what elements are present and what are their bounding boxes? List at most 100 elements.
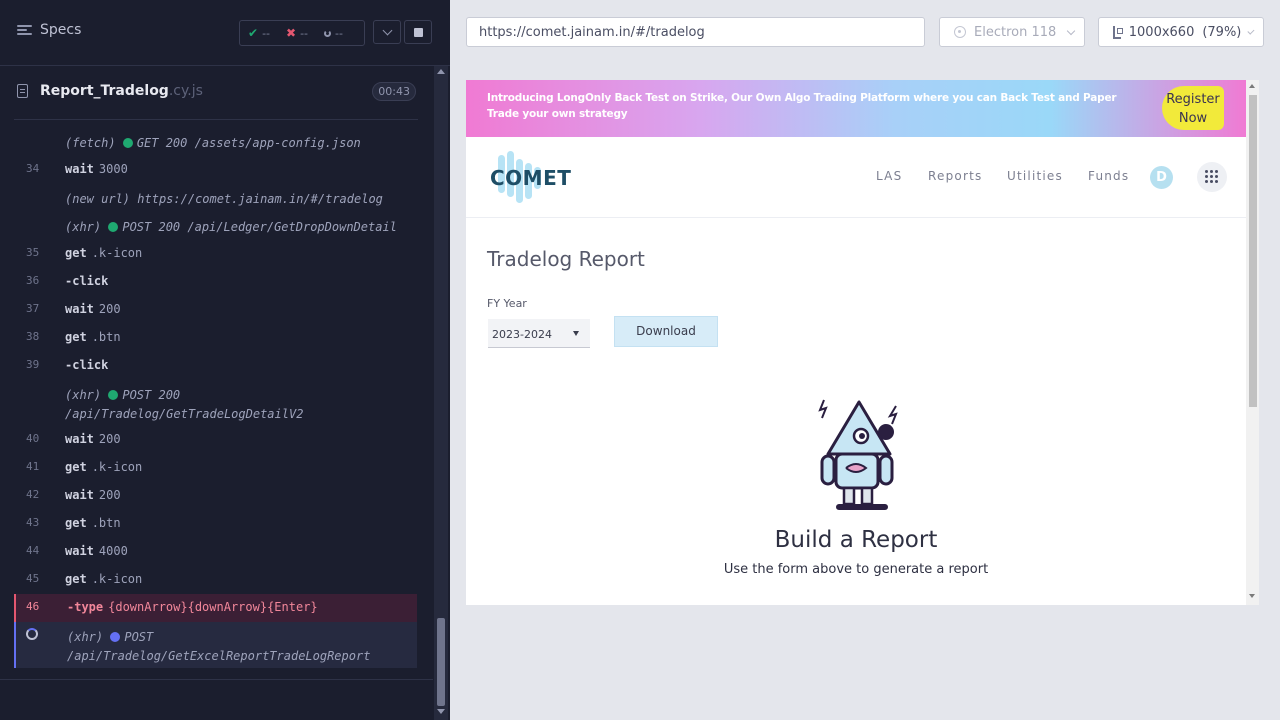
command-arg: .btn <box>91 330 121 344</box>
command-row[interactable]: 44 wait 4000 <box>14 538 417 566</box>
command-row[interactable]: 36 -click <box>14 268 417 296</box>
file-icon <box>17 84 28 98</box>
command-row[interactable]: 37 wait 200 <box>14 296 417 324</box>
command-event: (xhr) POST 200 /api/Ledger/GetDropDownDe… <box>65 220 397 234</box>
apps-grid-icon[interactable] <box>1197 162 1227 192</box>
spec-file-name[interactable]: Report_Tradelog.cy.js <box>40 83 203 99</box>
stop-icon <box>413 27 423 37</box>
command-event: (new url) https://comet.jainam.in/#/trad… <box>65 192 383 206</box>
command-number: 45 <box>26 572 40 585</box>
specs-button[interactable]: Specs <box>17 22 81 38</box>
command-row[interactable]: (xhr) POST 200/api/Tradelog/GetTradeLogD… <box>14 380 417 426</box>
download-button[interactable]: Download <box>614 316 718 347</box>
specs-list-icon <box>17 24 32 36</box>
app-frame: Introducing LongOnly Back Test on Strike… <box>466 80 1259 605</box>
dropdown-arrow-icon[interactable] <box>573 331 579 336</box>
browser-selector[interactable]: Electron 118 <box>939 17 1085 47</box>
command-row[interactable]: (fetch) GET 200 /assets/app-config.json <box>14 128 417 156</box>
command-number: 38 <box>26 330 40 343</box>
x-icon: ✖ <box>286 26 297 40</box>
options-dropdown-button[interactable] <box>373 20 401 44</box>
specs-title: Specs <box>40 22 82 38</box>
status-dot-icon <box>108 222 119 232</box>
app-scroll-down-arrow-icon[interactable] <box>1249 594 1255 598</box>
command-row[interactable]: 42 wait 200 <box>14 482 417 510</box>
pending-stat: -- <box>316 27 351 40</box>
electron-icon <box>954 26 966 38</box>
promo-banner: Introducing LongOnly Back Test on Strike… <box>466 80 1246 137</box>
spec-file-header: Report_Tradelog.cy.js 00:43 <box>14 66 418 120</box>
command-name: -click <box>65 358 109 372</box>
command-number: 40 <box>26 432 40 445</box>
nav-las[interactable]: LAS <box>876 169 902 183</box>
empty-state-title: Build a Report <box>774 527 938 553</box>
command-number: 37 <box>26 302 40 315</box>
nav-funds[interactable]: Funds <box>1088 169 1129 183</box>
command-row[interactable]: (xhr) POST 200 /api/Ledger/GetDropDownDe… <box>14 212 417 240</box>
command-arg: 200 <box>98 432 121 446</box>
command-name: get .btn <box>65 330 121 344</box>
command-event: (xhr) POST/api/Tradelog/GetExcelReportTr… <box>67 630 371 663</box>
command-name: get .btn <box>65 516 121 530</box>
passed-stat: ✔ -- <box>248 26 271 40</box>
stop-button[interactable] <box>404 20 432 44</box>
command-row[interactable]: (xhr) POST/api/Tradelog/GetExcelReportTr… <box>14 622 417 668</box>
app-scroll-thumb[interactable] <box>1249 95 1257 407</box>
status-dot-icon <box>110 632 121 642</box>
runner-panel: Specs ✔ -- ✖ -- -- Report_Tradelog.cy.js 0… <box>0 0 450 720</box>
command-name: -click <box>65 274 109 288</box>
command-name: wait 200 <box>65 302 121 316</box>
command-arg: 3000 <box>98 162 128 176</box>
failed-stat: ✖ -- <box>286 26 309 40</box>
app-scroll-up-arrow-icon[interactable] <box>1249 84 1255 88</box>
duration-badge: 00:43 <box>372 82 416 101</box>
command-arg: .btn <box>91 516 121 530</box>
register-now-button[interactable]: Register Now <box>1162 86 1224 130</box>
command-event: (xhr) POST 200/api/Tradelog/GetTradeLogD… <box>65 388 304 421</box>
loading-spinner-icon <box>26 628 38 640</box>
command-name: wait 200 <box>65 432 121 446</box>
command-arg: 200 <box>98 488 121 502</box>
command-row[interactable]: 45 get .k-icon <box>14 566 417 594</box>
nav-reports[interactable]: Reports <box>928 169 982 183</box>
command-number: 35 <box>26 246 40 259</box>
command-number: 42 <box>26 488 40 501</box>
command-number: 44 <box>26 544 40 557</box>
fy-year-select[interactable]: 2023-2024 <box>488 319 590 348</box>
command-row[interactable]: (new url) https://comet.jainam.in/#/trad… <box>14 184 417 212</box>
comet-logo[interactable]: COMET <box>488 151 571 203</box>
avatar[interactable]: D <box>1150 166 1173 189</box>
command-name: -type {downArrow}{downArrow}{Enter} <box>67 600 318 614</box>
command-name: wait 3000 <box>65 162 128 176</box>
scroll-thumb[interactable] <box>437 618 445 706</box>
scroll-down-arrow-icon[interactable] <box>437 709 445 714</box>
command-log: (fetch) GET 200 /assets/app-config.json 3… <box>14 128 417 668</box>
page-title: Tradelog Report <box>487 247 645 271</box>
test-stats: ✔ -- ✖ -- -- <box>239 20 365 46</box>
command-name: get .k-icon <box>65 460 143 474</box>
command-row[interactable]: 41 get .k-icon <box>14 454 417 482</box>
command-row[interactable]: 34 wait 3000 <box>14 156 417 184</box>
banner-text: Introducing LongOnly Back Test on Strike… <box>487 92 1117 120</box>
command-row[interactable]: 46 -type {downArrow}{downArrow}{Enter} <box>14 594 417 622</box>
command-row[interactable]: 38 get .btn <box>14 324 417 352</box>
command-row[interactable]: 43 get .btn <box>14 510 417 538</box>
command-row[interactable]: 35 get .k-icon <box>14 240 417 268</box>
command-name: get .k-icon <box>65 246 143 260</box>
command-event: (fetch) GET 200 /assets/app-config.json <box>65 136 361 150</box>
command-arg: .k-icon <box>91 246 143 260</box>
command-number: 41 <box>26 460 40 473</box>
runner-header: Specs ✔ -- ✖ -- -- <box>0 0 450 66</box>
command-arg: {downArrow}{downArrow}{Enter} <box>108 600 318 614</box>
pending-icon <box>324 29 332 37</box>
command-number: 36 <box>26 274 40 287</box>
command-number: 39 <box>26 358 40 371</box>
url-bar[interactable]: https://comet.jainam.in/#/tradelog <box>466 17 925 47</box>
nav-utilities[interactable]: Utilities <box>1007 169 1063 183</box>
command-arg: 200 <box>98 302 121 316</box>
command-number: 46 <box>26 600 40 613</box>
viewport-selector[interactable]: 1000x660 (79%) <box>1098 17 1264 47</box>
scroll-up-arrow-icon[interactable] <box>437 69 445 74</box>
command-row[interactable]: 40 wait 200 <box>14 426 417 454</box>
command-row[interactable]: 39 -click <box>14 352 417 380</box>
